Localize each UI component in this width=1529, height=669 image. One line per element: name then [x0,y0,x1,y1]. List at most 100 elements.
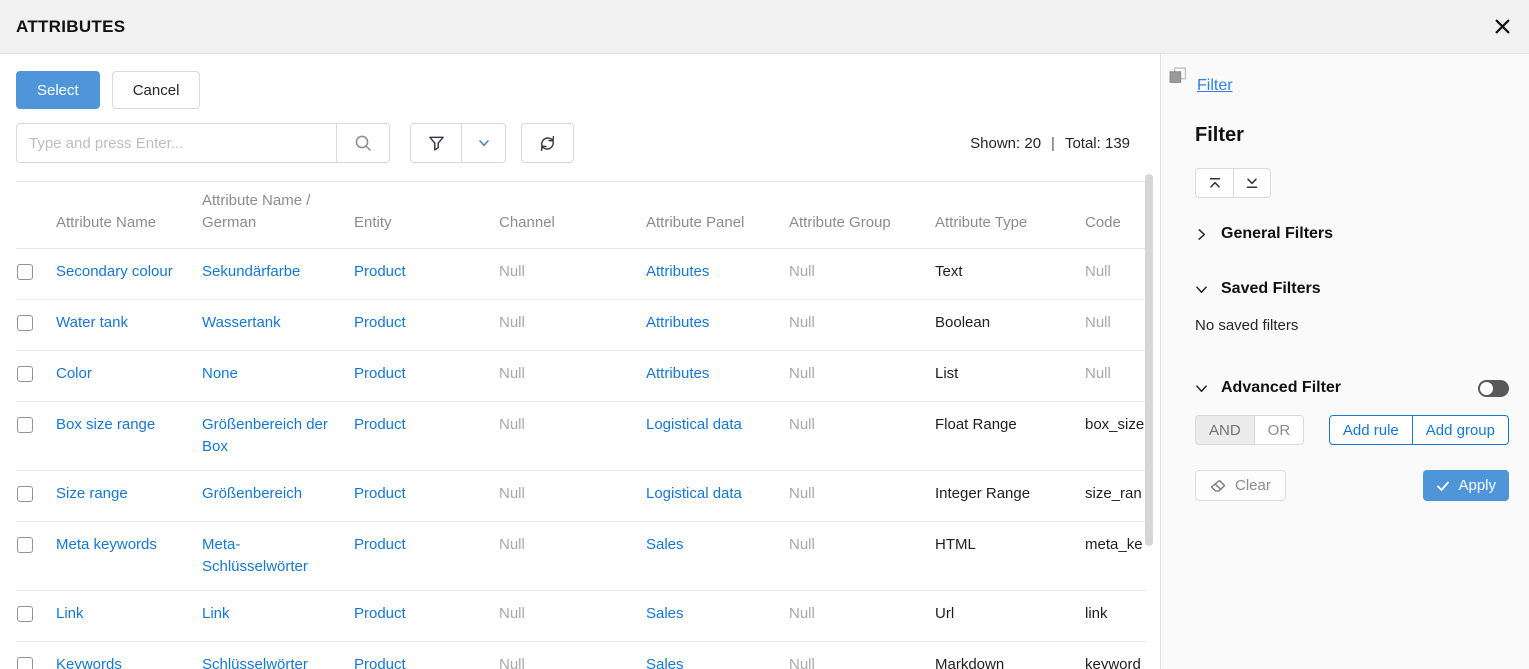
cell-panel[interactable]: Attributes [646,299,789,350]
cell-entity[interactable]: Product [354,590,499,641]
cell-type: Markdown [935,641,1085,669]
cell-panel[interactable]: Sales [646,590,789,641]
cell-checkbox [16,521,56,590]
cell-panel[interactable]: Logistical data [646,401,789,470]
add-rule-button[interactable]: Add rule [1330,416,1413,444]
row-checkbox[interactable] [17,366,33,382]
column-header-type[interactable]: Attribute Type [935,182,1085,249]
table-scrollbar[interactable] [1145,174,1153,546]
expand-all-icon [1245,176,1259,190]
page-title: ATTRIBUTES [16,17,125,37]
cell-name[interactable]: Color [56,350,202,401]
cell-type: HTML [935,521,1085,590]
cell-checkbox [16,641,56,669]
cell-german[interactable]: Wassertank [202,299,354,350]
column-header-code[interactable]: Code [1085,182,1147,249]
cell-german[interactable]: Sekundärfarbe [202,248,354,299]
column-header-group[interactable]: Attribute Group [789,182,935,249]
saved-filters-section[interactable]: Saved Filters [1195,280,1509,298]
cell-name[interactable]: Link [56,590,202,641]
cell-channel: Null [499,641,646,669]
cell-name[interactable]: Keywords [56,641,202,669]
filter-link[interactable]: Filter [1197,77,1233,95]
advanced-filter-toggle[interactable] [1478,380,1509,397]
row-checkbox[interactable] [17,606,33,622]
cell-channel: Null [499,248,646,299]
cell-group: Null [789,590,935,641]
row-checkbox[interactable] [17,486,33,502]
cell-german[interactable]: Schlüsselwörter [202,641,354,669]
cell-type: Integer Range [935,470,1085,521]
cell-entity[interactable]: Product [354,401,499,470]
cell-panel[interactable]: Attributes [646,350,789,401]
cell-panel[interactable]: Sales [646,521,789,590]
row-checkbox[interactable] [17,264,33,280]
cell-group: Null [789,248,935,299]
cell-code: link [1085,590,1147,641]
cancel-button[interactable]: Cancel [112,71,201,109]
saved-filters-label: Saved Filters [1221,280,1321,298]
cell-name[interactable]: Size range [56,470,202,521]
cell-entity[interactable]: Product [354,299,499,350]
clear-button[interactable]: Clear [1195,470,1286,501]
cell-german[interactable]: Meta-Schlüsselwörter [202,521,354,590]
expand-all-button[interactable] [1233,168,1271,198]
cell-panel[interactable]: Sales [646,641,789,669]
select-button[interactable]: Select [16,71,100,109]
cell-checkbox [16,299,56,350]
cell-german[interactable]: Größenbereich der Box [202,401,354,470]
shown-count: Shown: 20 [970,135,1041,152]
cell-entity[interactable]: Product [354,470,499,521]
cell-name[interactable]: Water tank [56,299,202,350]
search-input[interactable] [16,123,337,163]
toggle-knob [1480,382,1493,395]
search-button[interactable] [337,123,390,163]
logic-or-button[interactable]: OR [1255,415,1305,445]
filter-funnel-button[interactable] [410,123,462,163]
row-checkbox[interactable] [17,657,33,669]
column-header-name[interactable]: Attribute Name [56,182,202,249]
modal-titlebar: ATTRIBUTES [0,0,1529,54]
column-header-german[interactable]: Attribute Name / German [202,182,354,249]
apply-label: Apply [1458,477,1496,494]
cell-german[interactable]: None [202,350,354,401]
cell-name[interactable]: Box size range [56,401,202,470]
row-checkbox[interactable] [17,417,33,433]
cell-panel[interactable]: Attributes [646,248,789,299]
cell-type: List [935,350,1085,401]
cell-group: Null [789,350,935,401]
add-group-button[interactable]: Add group [1413,416,1508,444]
filter-dropdown-button[interactable] [462,123,506,163]
cell-entity[interactable]: Product [354,350,499,401]
cell-entity[interactable]: Product [354,641,499,669]
filter-button-group [410,123,506,163]
chevron-down-icon [477,136,491,150]
cell-code: Null [1085,299,1147,350]
cell-name[interactable]: Secondary colour [56,248,202,299]
cell-channel: Null [499,401,646,470]
cell-entity[interactable]: Product [354,521,499,590]
close-icon[interactable] [1494,18,1511,35]
row-checkbox[interactable] [17,315,33,331]
cell-german[interactable]: Größenbereich [202,470,354,521]
collapse-all-button[interactable] [1195,168,1233,198]
refresh-button[interactable] [521,123,574,163]
advanced-filter-header[interactable]: Advanced Filter [1195,379,1341,397]
logic-and-button[interactable]: AND [1195,415,1255,445]
cell-panel[interactable]: Logistical data [646,470,789,521]
cell-german[interactable]: Link [202,590,354,641]
cell-name[interactable]: Meta keywords [56,521,202,590]
row-checkbox[interactable] [17,537,33,553]
column-header-panel[interactable]: Attribute Panel [646,182,789,249]
header-checkbox-spacer [16,182,56,249]
column-header-entity[interactable]: Entity [354,182,499,249]
general-filters-section[interactable]: General Filters [1195,225,1509,243]
cell-channel: Null [499,350,646,401]
cell-group: Null [789,299,935,350]
table-row: Water tankWassertankProductNullAttribute… [16,299,1147,350]
table-row: LinkLinkProductNullSalesNullUrllink [16,590,1147,641]
cell-entity[interactable]: Product [354,248,499,299]
apply-button[interactable]: Apply [1423,470,1509,501]
cell-checkbox [16,590,56,641]
column-header-channel[interactable]: Channel [499,182,646,249]
